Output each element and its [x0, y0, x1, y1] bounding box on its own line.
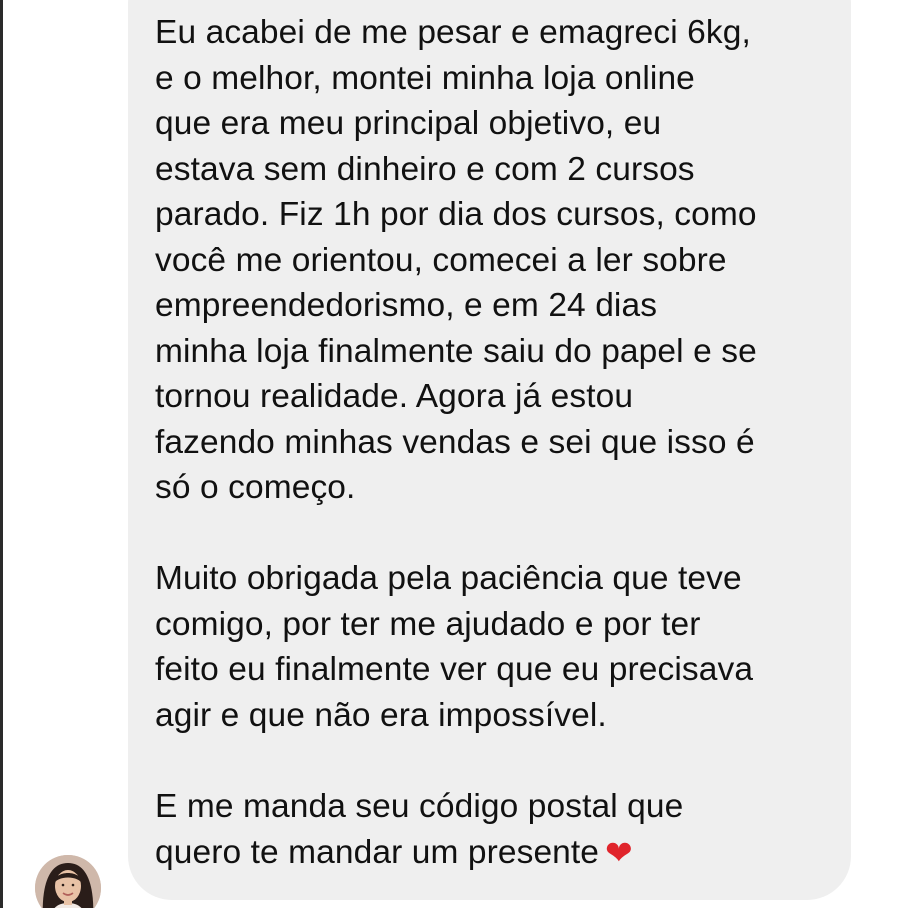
received-message-bubble[interactable]: Eu acabei de me pesar e emagreci 6kg, e … — [128, 0, 851, 900]
message-paragraph-1: Eu acabei de me pesar e emagreci 6kg, e … — [155, 14, 757, 506]
message-text: Eu acabei de me pesar e emagreci 6kg, e … — [155, 10, 831, 876]
screen-edge — [0, 0, 3, 908]
red-heart-emoji: ❤ — [605, 833, 633, 872]
sender-avatar[interactable] — [35, 855, 101, 908]
user-avatar-icon — [35, 855, 101, 908]
message-paragraph-2: Muito obrigada pela paciência que teve c… — [155, 560, 754, 734]
message-paragraph-3: E me manda seu código postal que quero t… — [155, 784, 831, 876]
chat-screen: Eu acabei de me pesar e emagreci 6kg, e … — [0, 0, 912, 908]
